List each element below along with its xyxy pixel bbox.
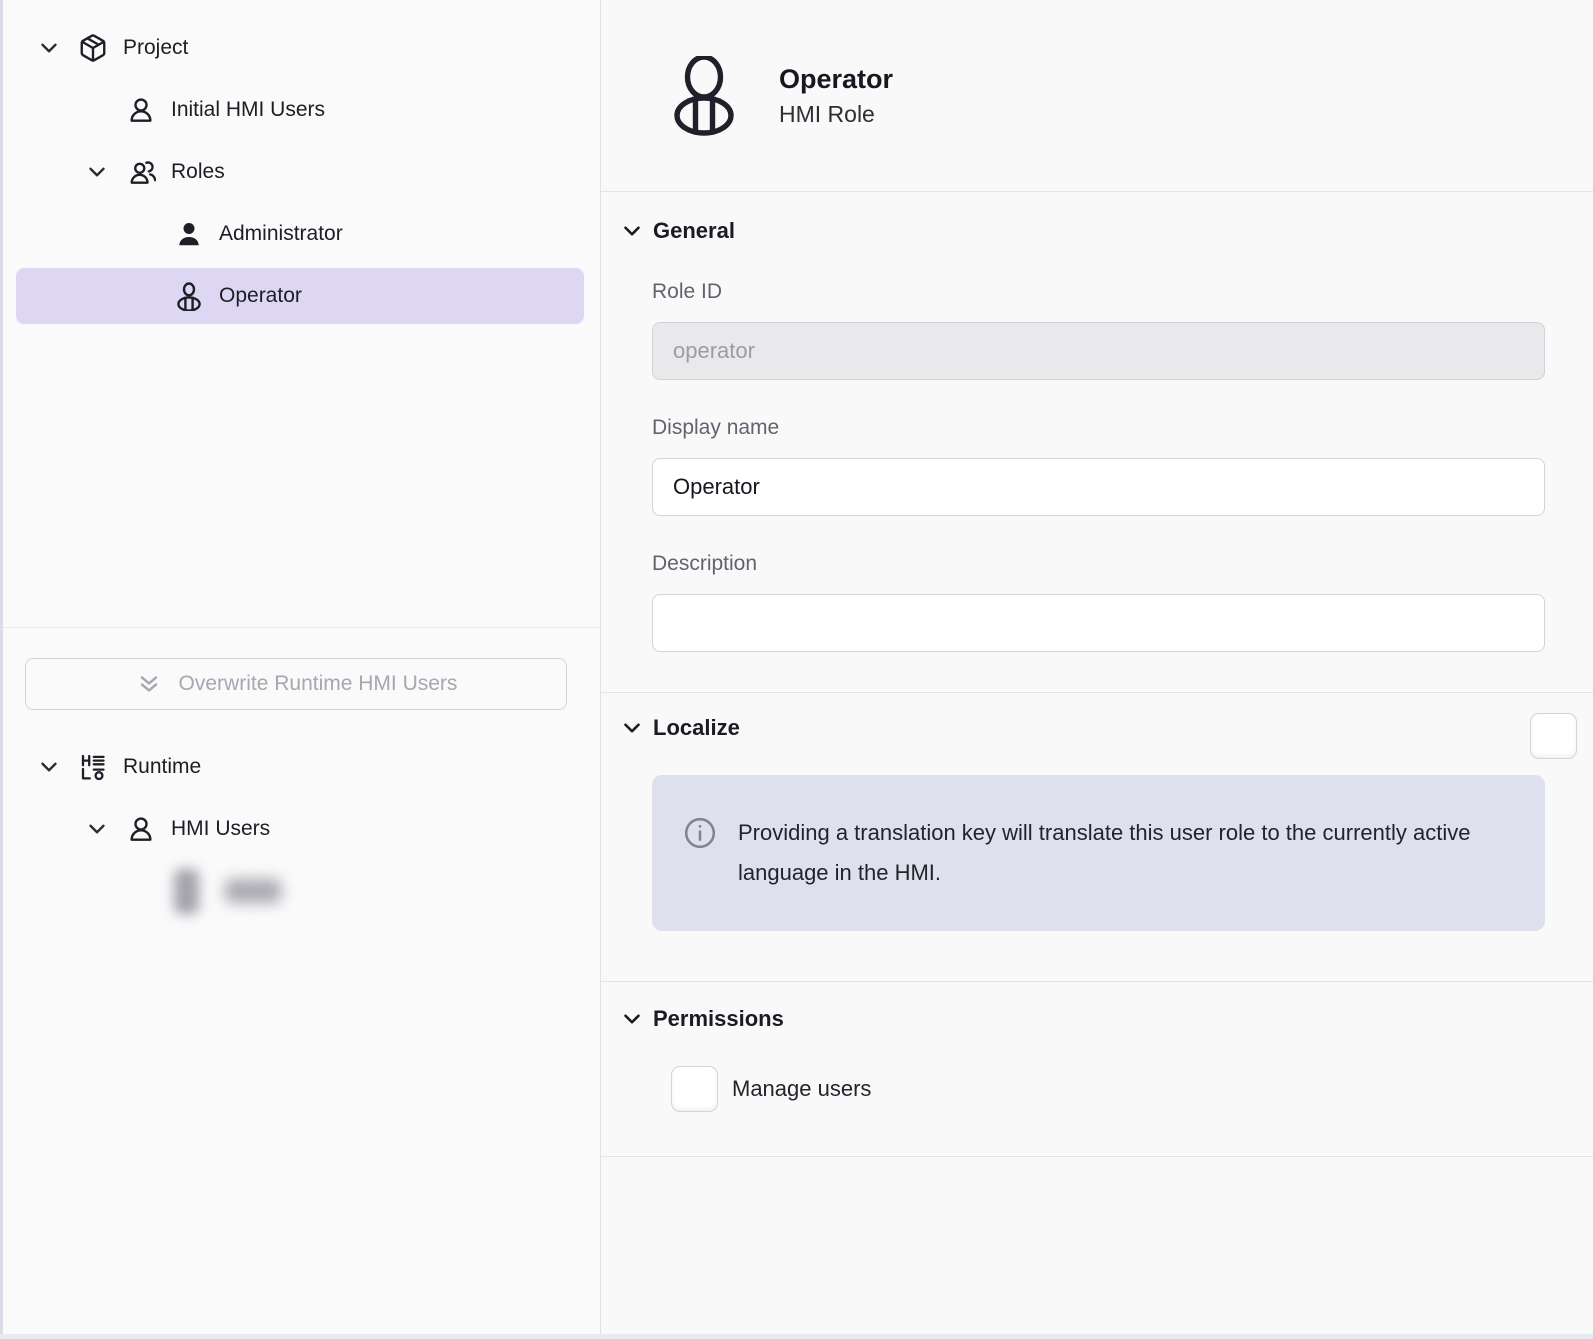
hmi-users-roles-app: Project Initial HMI Users Roles [0, 0, 1593, 1339]
project-tree: Project Initial HMI Users Roles [0, 0, 600, 628]
chevron-down-icon[interactable] [84, 159, 110, 185]
redacted-label [225, 879, 281, 903]
chevron-down-icon[interactable] [619, 1006, 645, 1032]
redacted-user-icon [174, 869, 199, 914]
general-heading: General [653, 218, 735, 244]
bottom-edge-divider [0, 1334, 1593, 1339]
overwrite-button-label: Overwrite Runtime HMI Users [179, 672, 458, 696]
chevron-down-icon[interactable] [619, 218, 645, 244]
chevron-down-icon[interactable] [84, 816, 110, 842]
tree-item-label: Roles [171, 160, 225, 184]
administrator-icon [174, 219, 204, 249]
chevron-down-icon[interactable] [36, 754, 62, 780]
role-id-label: Role ID [652, 280, 1545, 304]
general-section-header[interactable]: General [601, 218, 1593, 244]
display-name-input[interactable] [652, 458, 1545, 516]
double-chevron-down-icon [135, 670, 163, 698]
role-id-input [652, 322, 1545, 380]
tree-item-administrator[interactable]: Administrator [0, 203, 600, 265]
tree-item-runtime[interactable]: Runtime [0, 736, 600, 798]
description-input[interactable] [652, 594, 1545, 652]
tree-item-label: Initial HMI Users [171, 98, 325, 122]
tree-item-redacted[interactable] [0, 860, 600, 922]
tree-item-label: Administrator [219, 222, 343, 246]
tree-item-label: HMI Users [171, 817, 270, 841]
user-icon [126, 814, 156, 844]
localize-section-header[interactable]: Localize [601, 715, 1593, 741]
operator-icon [671, 56, 737, 136]
tree-item-label: Runtime [123, 755, 201, 779]
role-detail-panel: Operator HMI Role General Role ID Displa… [601, 0, 1593, 1339]
chevron-down-icon[interactable] [619, 715, 645, 741]
permissions-heading: Permissions [653, 1006, 784, 1032]
operator-icon [174, 281, 204, 311]
tree-item-label: Operator [219, 284, 302, 308]
info-text: Providing a translation key will transla… [738, 813, 1473, 893]
package-icon [78, 33, 108, 63]
sidebar: Project Initial HMI Users Roles [0, 0, 601, 1339]
section-permissions: Permissions Manage users [601, 982, 1593, 1157]
role-header: Operator HMI Role [601, 0, 1593, 192]
section-localize: Localize Providing a translation key wil… [601, 693, 1593, 982]
runtime-tree: Overwrite Runtime HMI Users Runtime HM [0, 628, 600, 1339]
user-icon [126, 95, 156, 125]
page-subtitle: HMI Role [779, 101, 893, 128]
manage-users-label: Manage users [732, 1076, 871, 1102]
info-banner: Providing a translation key will transla… [652, 775, 1545, 931]
manage-users-checkbox[interactable] [671, 1066, 718, 1112]
overwrite-runtime-hmi-users-button[interactable]: Overwrite Runtime HMI Users [25, 658, 567, 710]
display-name-label: Display name [652, 416, 1545, 440]
localize-heading: Localize [653, 715, 740, 741]
section-general: General Role ID Display name Description [601, 192, 1593, 693]
tree-item-roles[interactable]: Roles [0, 141, 600, 203]
tree-item-project[interactable]: Project [0, 17, 600, 79]
description-label: Description [652, 552, 1545, 576]
tree-item-hmi-users[interactable]: HMI Users [0, 798, 600, 860]
tree-item-initial-hmi-users[interactable]: Initial HMI Users [0, 79, 600, 141]
runtime-icon [78, 752, 108, 782]
page-title: Operator [779, 64, 893, 95]
permissions-section-header[interactable]: Permissions [601, 1006, 1593, 1032]
chevron-down-icon[interactable] [36, 35, 62, 61]
left-edge-divider [0, 0, 3, 1339]
tree-item-operator[interactable]: Operator [16, 268, 584, 324]
roles-icon [126, 157, 156, 187]
tree-item-label: Project [123, 36, 188, 60]
permission-row: Manage users [671, 1066, 1593, 1112]
localize-checkbox[interactable] [1530, 713, 1577, 759]
info-icon [682, 815, 718, 851]
